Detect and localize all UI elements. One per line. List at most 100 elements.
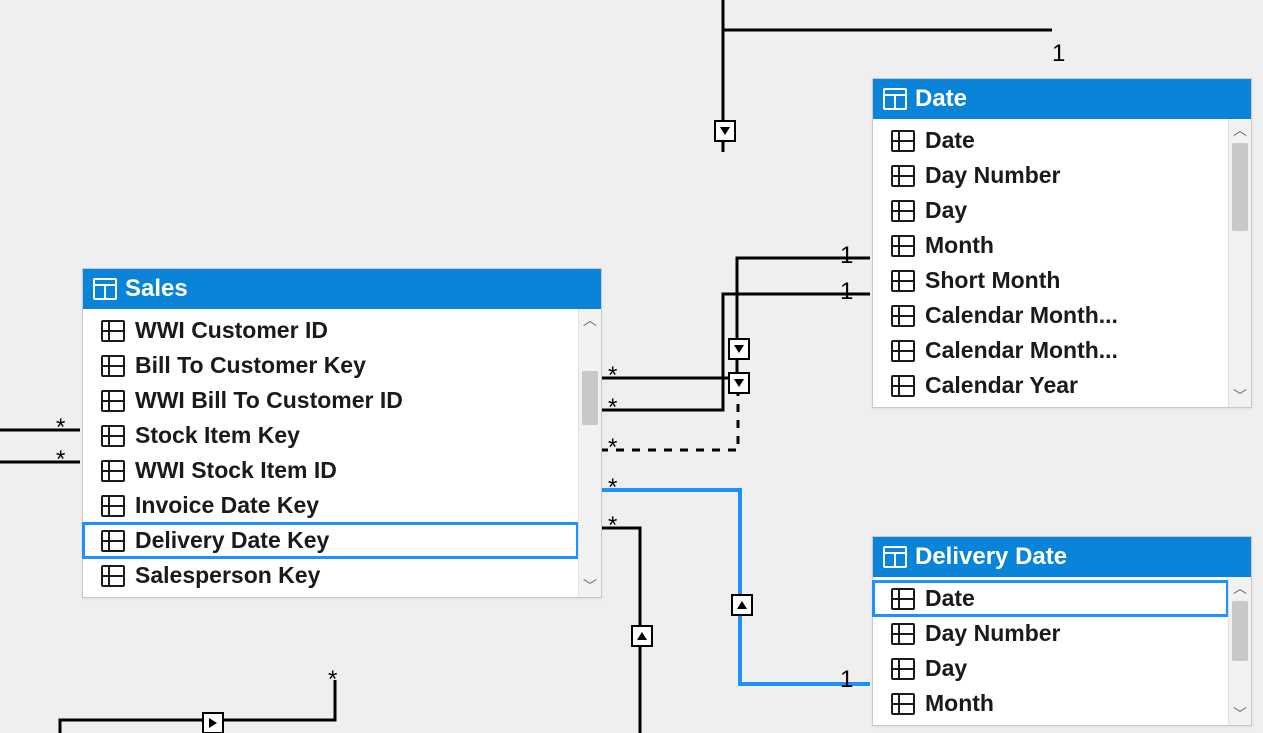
field-label: Day Number: [925, 620, 1060, 647]
column-icon: [891, 693, 915, 715]
cardinality-one: 1: [1052, 40, 1065, 68]
field-day[interactable]: Day: [873, 651, 1228, 686]
cardinality-one: 1: [840, 666, 853, 694]
scroll-up-icon[interactable]: ︿: [1229, 119, 1251, 141]
column-icon: [891, 588, 915, 610]
field-label: WWI Stock Item ID: [135, 457, 337, 484]
field-calendar-year[interactable]: Calendar Year: [873, 368, 1228, 403]
column-icon: [891, 130, 915, 152]
column-icon: [101, 565, 125, 587]
column-icon: [101, 460, 125, 482]
field-month[interactable]: Month: [873, 228, 1228, 263]
table-icon: [93, 278, 117, 300]
direction-marker-icon: [631, 625, 653, 647]
field-label: Day: [925, 197, 967, 224]
scroll-up-icon[interactable]: ︿: [1229, 577, 1251, 599]
column-icon: [101, 355, 125, 377]
field-salesperson-key[interactable]: Salesperson Key: [83, 558, 578, 593]
field-label: Day Number: [925, 162, 1060, 189]
entity-sales-fields: WWI Customer ID Bill To Customer Key WWI…: [83, 309, 578, 597]
entity-delivery-date-fields: Date Day Number Day Month: [873, 577, 1228, 725]
entity-delivery-date-title: Delivery Date: [915, 543, 1067, 571]
scroll-thumb[interactable]: [1232, 143, 1248, 231]
field-date[interactable]: Date: [873, 123, 1228, 158]
column-icon: [891, 305, 915, 327]
field-label: Calendar Month...: [925, 337, 1118, 364]
scrollbar[interactable]: ︿ ﹀: [578, 309, 601, 597]
cardinality-one: 1: [840, 278, 853, 306]
cardinality-many: *: [608, 394, 617, 422]
field-label: Invoice Date Key: [135, 492, 319, 519]
field-wwi-bill-to-customer-id[interactable]: WWI Bill To Customer ID: [83, 383, 578, 418]
column-icon: [101, 425, 125, 447]
cardinality-many: *: [608, 512, 617, 540]
field-calendar-month-2[interactable]: Calendar Month...: [873, 333, 1228, 368]
field-bill-to-customer-key[interactable]: Bill To Customer Key: [83, 348, 578, 383]
entity-sales[interactable]: Sales WWI Customer ID Bill To Customer K…: [82, 268, 602, 598]
field-invoice-date-key[interactable]: Invoice Date Key: [83, 488, 578, 523]
entity-delivery-date-header[interactable]: Delivery Date: [873, 537, 1251, 577]
field-wwi-stock-item-id[interactable]: WWI Stock Item ID: [83, 453, 578, 488]
field-label: Delivery Date Key: [135, 527, 329, 554]
direction-marker-icon: [728, 372, 750, 394]
field-day-number[interactable]: Day Number: [873, 158, 1228, 193]
entity-sales-header[interactable]: Sales: [83, 269, 601, 309]
scroll-thumb[interactable]: [582, 371, 598, 425]
entity-date-header[interactable]: Date: [873, 79, 1251, 119]
field-date[interactable]: Date: [873, 581, 1228, 616]
field-month[interactable]: Month: [873, 686, 1228, 721]
column-icon: [891, 658, 915, 680]
column-icon: [891, 375, 915, 397]
field-calendar-month-1[interactable]: Calendar Month...: [873, 298, 1228, 333]
scroll-down-icon[interactable]: ﹀: [579, 575, 601, 597]
direction-marker-icon: [714, 120, 736, 142]
table-icon: [883, 88, 907, 110]
cardinality-many: *: [608, 362, 617, 390]
field-short-month[interactable]: Short Month: [873, 263, 1228, 298]
field-stock-item-key[interactable]: Stock Item Key: [83, 418, 578, 453]
field-label: Salesperson Key: [135, 562, 320, 589]
scrollbar[interactable]: ︿ ﹀: [1228, 119, 1251, 407]
column-icon: [101, 320, 125, 342]
field-wwi-customer-id[interactable]: WWI Customer ID: [83, 313, 578, 348]
field-day-number[interactable]: Day Number: [873, 616, 1228, 651]
direction-marker-icon: [202, 712, 224, 733]
cardinality-many: *: [608, 474, 617, 502]
column-icon: [891, 270, 915, 292]
column-icon: [891, 340, 915, 362]
field-label: Date: [925, 585, 975, 612]
cardinality-many: *: [56, 414, 65, 442]
field-label: Date: [925, 127, 975, 154]
cardinality-many: *: [608, 434, 617, 462]
field-label: Bill To Customer Key: [135, 352, 366, 379]
field-day[interactable]: Day: [873, 193, 1228, 228]
field-label: Stock Item Key: [135, 422, 300, 449]
table-icon: [883, 546, 907, 568]
field-label: WWI Bill To Customer ID: [135, 387, 403, 414]
field-label: Short Month: [925, 267, 1060, 294]
entity-date[interactable]: Date Date Day Number Day Month Short Mon…: [872, 78, 1252, 408]
entity-date-title: Date: [915, 85, 967, 113]
scroll-thumb[interactable]: [1232, 601, 1248, 661]
direction-marker-icon: [728, 338, 750, 360]
field-delivery-date-key[interactable]: Delivery Date Key: [83, 523, 578, 558]
field-label: Month: [925, 690, 994, 717]
cardinality-one: 1: [840, 242, 853, 270]
entity-date-fields: Date Day Number Day Month Short Month Ca…: [873, 119, 1228, 407]
column-icon: [101, 495, 125, 517]
scrollbar[interactable]: ︿ ﹀: [1228, 577, 1251, 725]
column-icon: [891, 165, 915, 187]
field-label: Month: [925, 232, 994, 259]
column-icon: [101, 390, 125, 412]
scroll-down-icon[interactable]: ﹀: [1229, 385, 1251, 407]
scroll-up-icon[interactable]: ︿: [579, 309, 601, 331]
column-icon: [891, 623, 915, 645]
cardinality-many: *: [328, 666, 337, 694]
column-icon: [891, 200, 915, 222]
field-label: Calendar Month...: [925, 302, 1118, 329]
cardinality-many: *: [56, 446, 65, 474]
entity-delivery-date[interactable]: Delivery Date Date Day Number Day Month …: [872, 536, 1252, 726]
field-label: WWI Customer ID: [135, 317, 328, 344]
scroll-down-icon[interactable]: ﹀: [1229, 703, 1251, 725]
direction-marker-icon: [731, 594, 753, 616]
